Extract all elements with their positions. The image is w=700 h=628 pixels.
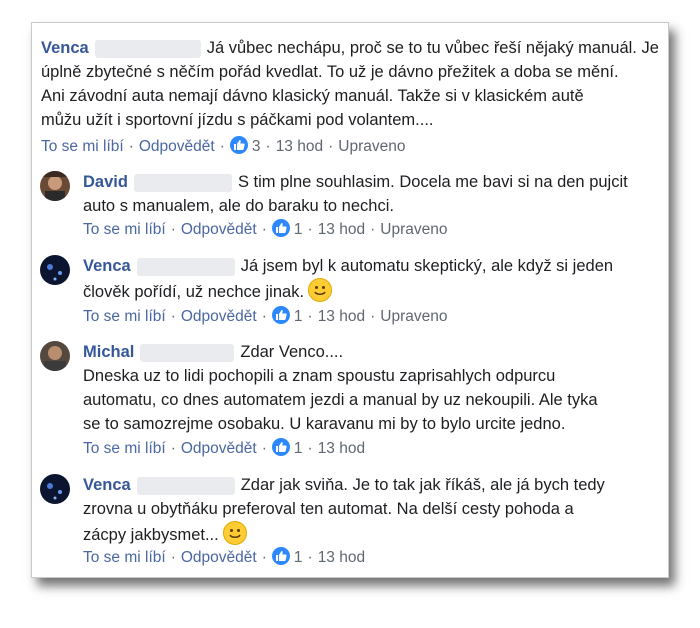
reaction-count[interactable]: 3 (252, 138, 261, 155)
reaction-count[interactable]: 1 (294, 549, 303, 566)
reply-link[interactable]: Odpovědět (181, 549, 257, 566)
comment-line: úplně zbytečné s něčím pořád kvedlat. To… (41, 63, 619, 81)
comment-line: S tim plne souhlasim. Docela me bavi si … (237, 173, 628, 191)
thumbs-up-icon[interactable] (271, 306, 290, 324)
reply-link[interactable]: Odpovědět (181, 221, 257, 238)
comment-text: Michal Zdar Venco.... Dneska uz to lidi p… (83, 340, 653, 436)
thumbs-up-icon[interactable] (271, 219, 290, 237)
comment-line: automatu, co dnes automatem jezdi a manu… (83, 391, 598, 409)
comment-actions: To se mi líbí · Odpovědět · 1 · 13 hod (83, 547, 366, 566)
timestamp[interactable]: 13 hod (318, 221, 365, 238)
reaction-count[interactable]: 1 (294, 440, 303, 457)
comment-author[interactable]: Venca (83, 476, 131, 494)
comment-text: Venca Já jsem byl k automatu skeptický, a… (83, 254, 643, 304)
timestamp[interactable]: 13 hod (276, 138, 323, 155)
comment-line: můžu užít i sportovní jízdu s páčkami po… (41, 111, 434, 129)
comment-actions: To se mi líbí · Odpovědět · 1 · 13 hod · Upraven… (83, 306, 448, 325)
smiley-emoji-icon (222, 521, 247, 545)
comment-line: zrovna u obytňáku preferoval ten automat… (83, 500, 574, 518)
thumbs-up-icon[interactable] (271, 547, 290, 565)
comment-text: David S tim plne souhlasim. Docela me bav… (83, 170, 643, 218)
reaction-count[interactable]: 1 (294, 221, 303, 238)
edited-label[interactable]: Upraveno (380, 221, 447, 238)
timestamp[interactable]: 13 hod (318, 308, 365, 325)
comment-author[interactable]: David (83, 173, 128, 191)
timestamp[interactable]: 13 hod (318, 549, 365, 566)
comment-line: Zdar jak sviňa. Je to tak jak říkáš, ale… (240, 476, 605, 494)
comment-thread-card: Venca Já vůbec nechápu, proč se to tu vůb… (31, 22, 669, 578)
like-link[interactable]: To se mi líbí (83, 549, 166, 566)
redacted-surname (136, 476, 235, 495)
avatar[interactable] (40, 474, 70, 504)
redacted-surname (140, 343, 235, 362)
comment-line: Já vůbec nechápu, proč se to tu vůbec ře… (206, 39, 659, 57)
smiley-emoji-icon (308, 278, 333, 302)
reaction-count[interactable]: 1 (294, 308, 303, 325)
comment-line: Ani závodní auta nemají dávno klasický m… (41, 87, 584, 105)
avatar[interactable] (40, 171, 70, 201)
like-link[interactable]: To se mi líbí (83, 221, 166, 238)
edited-label[interactable]: Upraveno (380, 308, 447, 325)
avatar[interactable] (40, 341, 70, 371)
comment-line: Dneska uz to lidi pochopili a znam spous… (83, 367, 556, 385)
comment-line: Já jsem byl k automatu skeptický, ale kd… (240, 257, 614, 275)
timestamp[interactable]: 13 hod (318, 440, 365, 457)
thumbs-up-icon[interactable] (271, 438, 290, 456)
redacted-surname (94, 39, 201, 58)
redacted-surname (133, 173, 232, 192)
comment-line: se to samozrejme osobaku. U karavanu mi … (83, 415, 566, 433)
reply-link[interactable]: Odpovědět (139, 138, 215, 155)
comment-line: zácpy jakbysmet... (83, 526, 219, 544)
comment-text: Venca Já vůbec nechápu, proč se to tu vůb… (41, 36, 661, 132)
comment-text: Venca Zdar jak sviňa. Je to tak jak říkáš… (83, 473, 653, 547)
reply-link[interactable]: Odpovědět (181, 308, 257, 325)
edited-label[interactable]: Upraveno (338, 138, 405, 155)
comment-line: Zdar Venco.... (240, 343, 344, 361)
comment-actions: To se mi líbí · Odpovědět · 1 · 13 hod · Upraven… (83, 219, 448, 238)
like-link[interactable]: To se mi líbí (83, 308, 166, 325)
redacted-surname (136, 257, 235, 276)
thumbs-up-icon[interactable] (229, 136, 248, 154)
like-link[interactable]: To se mi líbí (83, 440, 166, 457)
comment-author[interactable]: Michal (83, 343, 134, 361)
comment-line: auto s manualem, ale do baraku to nechci… (83, 197, 394, 215)
comment-line: člověk pořídí, už nechce jinak. (83, 283, 305, 301)
avatar[interactable] (40, 255, 70, 285)
comment-author[interactable]: Venca (83, 257, 131, 275)
like-link[interactable]: To se mi líbí (41, 138, 124, 155)
comment-actions: To se mi líbí · Odpovědět · 3 · 13 hod · Upraven… (41, 136, 406, 155)
comment-author[interactable]: Venca (41, 39, 89, 57)
comment-actions: To se mi líbí · Odpovědět · 1 · 13 hod (83, 438, 366, 457)
reply-link[interactable]: Odpovědět (181, 440, 257, 457)
